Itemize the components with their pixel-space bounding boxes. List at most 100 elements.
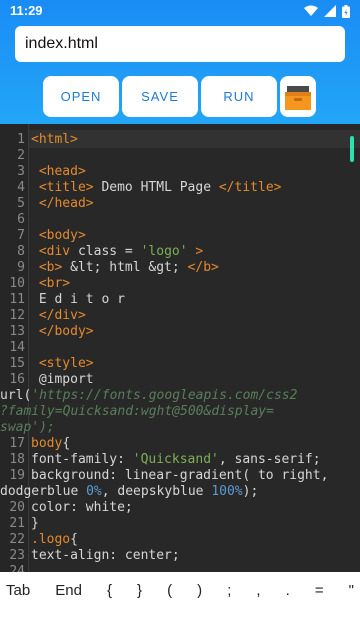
symbol-key[interactable]: ( [167, 582, 172, 599]
code-token: </div> [31, 308, 86, 323]
box-icon [285, 85, 311, 110]
status-icons [304, 4, 350, 18]
line-number: 13 [9, 324, 25, 339]
symbol-key[interactable]: ; [227, 582, 231, 599]
code-text: <br> [31, 276, 70, 292]
code-token: { [62, 436, 71, 451]
code-token: 'https://fonts.googleapis.com/css2 [31, 388, 298, 403]
line-number: 22 [9, 532, 25, 547]
code-text: body{ [31, 436, 70, 452]
code-token: dodgerblue [0, 484, 87, 499]
code-token: E d i t o r [31, 292, 125, 307]
code-text: } [31, 516, 39, 532]
line-number: 4 [17, 180, 25, 195]
symbol-key[interactable]: ) [197, 582, 202, 599]
code-token: <b> [31, 260, 63, 275]
code-token: <br> [31, 276, 71, 291]
current-line-highlight [29, 130, 360, 148]
line-number: 12 [9, 308, 25, 323]
line-number: 16 [9, 372, 25, 387]
line-number: 21 [9, 516, 25, 531]
symbol-key[interactable]: , [256, 582, 260, 599]
line-number: 8 [17, 244, 25, 259]
filename-input[interactable] [15, 26, 345, 62]
code-token: > [187, 244, 204, 259]
code-token: <title> [31, 180, 94, 195]
code-text: <style> [31, 356, 94, 372]
code-token: </b> [187, 260, 219, 275]
line-number: 3 [17, 164, 25, 179]
code-token: <html> [31, 132, 78, 147]
code-token: url( [0, 388, 32, 403]
code-token: <head> [31, 164, 86, 179]
open-button[interactable]: OPEN [43, 76, 119, 117]
scroll-indicator[interactable] [350, 136, 354, 162]
code-token: 'logo' [140, 244, 188, 259]
run-button[interactable]: RUN [201, 76, 277, 117]
code-text: .logo{ [31, 532, 78, 548]
line-number: 7 [17, 228, 25, 243]
code-token: 'Quicksand' [132, 452, 219, 467]
code-text: @import [31, 372, 94, 388]
symbol-key-row: Tab End {} ();,. = " [0, 582, 360, 599]
code-token: , sans-serif; [218, 452, 321, 467]
line-number: 5 [17, 196, 25, 211]
code-text: background: linear-gradient( to right, [31, 468, 328, 484]
app-header: 11:29 OPEN SAVE RUN [0, 0, 360, 124]
battery-icon [342, 4, 350, 18]
line-number: 10 [9, 276, 25, 291]
line-number: 2 [17, 148, 25, 163]
signal-icon [324, 5, 336, 17]
line-number: 24 [9, 564, 25, 572]
code-token: background: linear-gradient( to right, [31, 468, 329, 483]
symbol-key-bar: Tab End {} ();,. = " [0, 572, 360, 608]
code-text: E d i t o r [31, 292, 125, 308]
line-number: 9 [17, 260, 25, 275]
line-number: 18 [9, 452, 25, 467]
system-nav-bar [0, 608, 360, 640]
status-time: 11:29 [10, 3, 43, 18]
code-text: font-family: 'Quicksand', sans-serif; [31, 452, 321, 468]
line-number: 15 [9, 356, 25, 371]
code-token: <style> [31, 356, 94, 371]
code-editor[interactable]: 1 <html> 2 3 <head> 4 <title> Demo HTML Page… [0, 124, 360, 572]
code-token: @import [31, 372, 94, 387]
code-token: text-align: center; [31, 548, 180, 563]
code-token: ); [242, 484, 259, 499]
symbol-key[interactable]: } [137, 582, 142, 599]
code-text: </body> [31, 324, 94, 340]
code-text: url('https://fonts.googleapis.com/css2 [0, 388, 297, 404]
code-token: </head> [31, 196, 94, 211]
code-token: body [31, 436, 63, 451]
code-token: ?family=Quicksand:wght@500&display= [0, 404, 274, 419]
code-text: <b> &lt; html &gt; </b> [31, 260, 219, 276]
code-token: <div [31, 244, 78, 259]
symbol-key[interactable]: End [55, 582, 82, 599]
code-token: class = [77, 244, 141, 259]
code-token: </title> [218, 180, 282, 195]
code-token: <body> [31, 228, 86, 243]
symbol-key[interactable]: = [315, 582, 324, 599]
line-number: 17 [9, 436, 25, 451]
code-token: color: white; [31, 500, 133, 515]
symbol-key[interactable]: Tab [6, 582, 30, 599]
code-token: { [70, 532, 78, 547]
save-button[interactable]: SAVE [122, 76, 198, 117]
line-number: 14 [9, 340, 25, 355]
line-number: 20 [9, 500, 25, 515]
symbol-key[interactable]: { [107, 582, 112, 599]
code-text: <body> [31, 228, 86, 244]
box-button[interactable] [280, 76, 316, 117]
code-text: <html> [31, 132, 78, 148]
code-text: <head> [31, 164, 86, 180]
code-token: Demo HTML Page [93, 180, 219, 195]
code-token: 100% [211, 484, 243, 499]
code-token: , deepskyblue [101, 484, 212, 499]
code-text: swap'); [0, 420, 55, 436]
code-text: color: white; [31, 500, 133, 516]
symbol-key[interactable]: " [349, 582, 354, 599]
symbol-key[interactable]: . [286, 582, 290, 599]
line-number: 19 [9, 468, 25, 483]
code-text: ?family=Quicksand:wght@500&display= [0, 404, 274, 420]
status-bar: 11:29 [0, 0, 360, 22]
